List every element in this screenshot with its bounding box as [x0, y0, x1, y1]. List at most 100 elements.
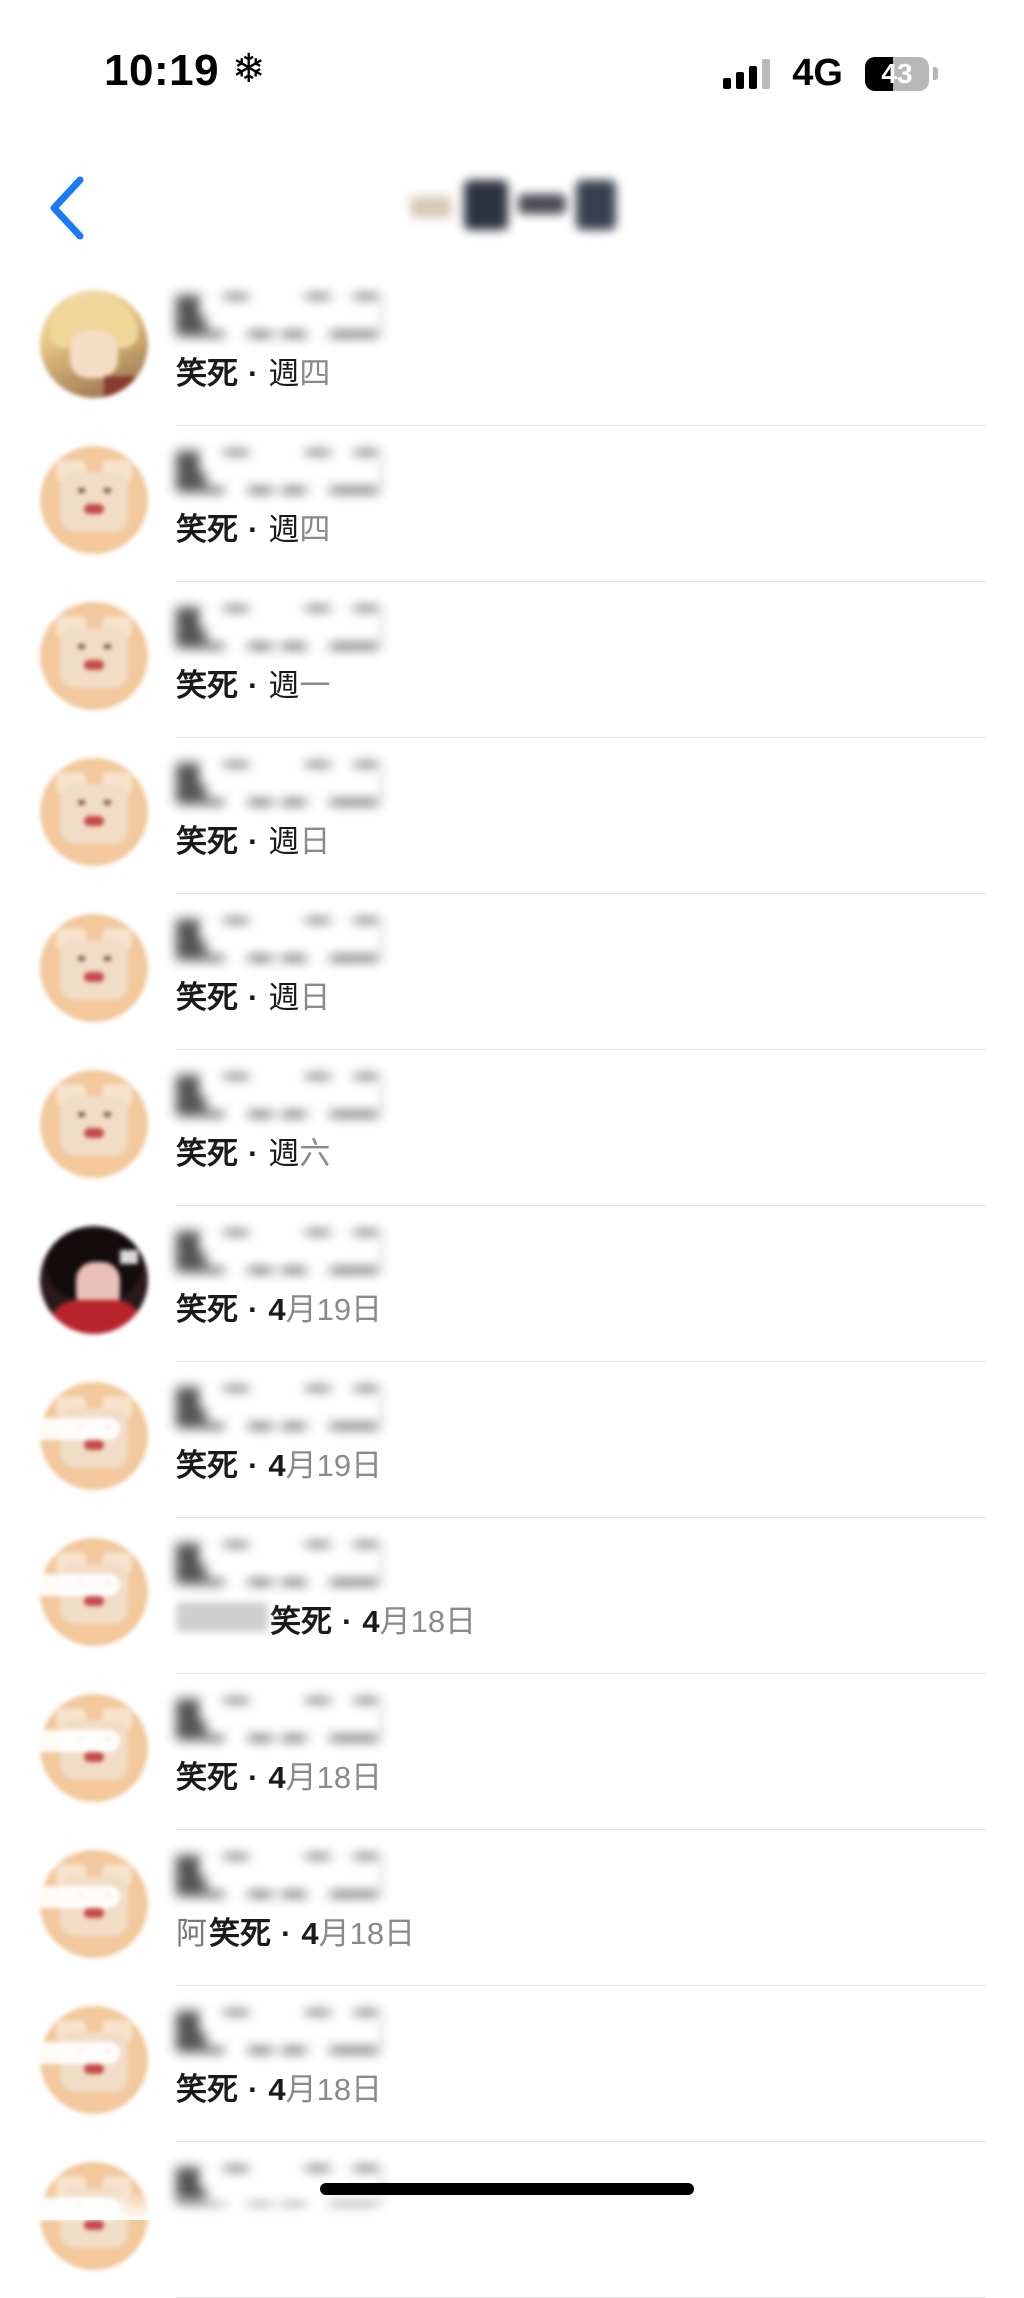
user-name-blurred: █▄▀▄ ▄▀▄█ [176, 1388, 436, 1432]
avatar[interactable] [40, 758, 148, 866]
reaction-subtitle: 笑死 · 週六 [176, 1128, 330, 1173]
reaction-time: 週日 [268, 816, 330, 861]
reaction-subtitle: 笑死 · 4月18日 [176, 1596, 476, 1641]
reaction-time-month: 4 [268, 2072, 286, 2107]
separator-dot: · [248, 980, 259, 1015]
reaction-time-month: 4 [268, 1292, 286, 1327]
separator-dot: · [248, 1136, 259, 1171]
reaction-time-rest: 月18日 [285, 2072, 383, 2107]
nav-title-blurred [400, 174, 630, 238]
reaction-time: 週日 [268, 972, 330, 1017]
avatar[interactable] [40, 602, 148, 710]
reaction-subtitle: 笑死 · 4月19日 [176, 1284, 382, 1329]
reaction-time: 4月18日 [268, 1752, 382, 1797]
avatar[interactable] [40, 446, 148, 554]
reaction-time-prefix: 週 [268, 512, 300, 547]
user-name-blurred: █▄▀▄ ▄▀▄█ [176, 452, 436, 496]
reaction-time-month: 4 [268, 1760, 286, 1795]
reaction-subtitle: 笑死 · 4月18日 [176, 2064, 382, 2109]
battery-cap [933, 67, 938, 80]
network-type: 4G [792, 52, 843, 94]
list-item[interactable]: █▄▀▄ ▄▀▄█ 笑死 · 週一 [0, 582, 1024, 738]
separator-dot: · [248, 1760, 259, 1795]
list-item[interactable]: █▄▀▄ ▄▀▄█ 笑死 · 4月18日 [0, 1674, 1024, 1830]
status-bar: 10:19 ❄ 4G 43 [0, 0, 1024, 150]
reaction-time: 週六 [268, 1128, 330, 1173]
reaction-time-day: 一 [299, 668, 331, 703]
avatar[interactable] [40, 2006, 148, 2114]
reaction-time-prefix: 週 [268, 824, 300, 859]
user-name-blurred: █▄▀▄ ▄▀▄█ [176, 608, 436, 652]
reaction-time: 4月19日 [268, 1284, 382, 1329]
reaction-text: 笑死 [176, 1136, 238, 1171]
separator-dot: · [248, 356, 259, 391]
list-item[interactable]: █▄▀▄ ▄▀▄█ 阿笑死 · 4月18日 [0, 1830, 1024, 1986]
reaction-text: 笑死 [176, 1760, 238, 1795]
reaction-text: 笑死 [176, 356, 238, 391]
avatar[interactable] [40, 914, 148, 1022]
avatar[interactable] [40, 1538, 148, 1646]
reaction-text: 笑死 [176, 1448, 238, 1483]
reaction-subtitle: 笑死 · 4月19日 [176, 1440, 382, 1485]
reaction-time-month: 4 [362, 1604, 380, 1639]
avatar[interactable] [40, 1850, 148, 1958]
list-item[interactable]: █▄▀▄ ▄▀▄█ 笑死 · 4月19日 [0, 1362, 1024, 1518]
separator-dot: · [248, 668, 259, 703]
user-name-blurred: █▄▀▄ ▄▀▄█ [176, 764, 436, 808]
reaction-text: 笑死 [209, 1916, 271, 1951]
reaction-time-month: 4 [268, 1448, 286, 1483]
reaction-time-prefix: 週 [268, 356, 300, 391]
reaction-time-rest: 月18日 [379, 1604, 477, 1639]
status-time: 10:19 [104, 46, 220, 95]
avatar[interactable] [40, 1382, 148, 1490]
avatar[interactable] [40, 1070, 148, 1178]
avatar[interactable] [40, 290, 148, 398]
reaction-subtitle: 笑死 · 週四 [176, 348, 330, 393]
reaction-subtitle: 笑死 · 週四 [176, 504, 330, 549]
list-item[interactable]: █▄▀▄ ▄▀▄█ 笑死 · 週日 [0, 894, 1024, 1050]
reaction-subtitle: 笑死 · 4月18日 [176, 1752, 382, 1797]
reaction-time: 週四 [268, 504, 330, 549]
list-item[interactable]: █▄▀▄ ▄▀▄█ 笑死 · 4月19日 [0, 1206, 1024, 1362]
back-button[interactable] [40, 168, 100, 248]
user-name-blurred: █▄▀▄ ▄▀▄█ [176, 1700, 436, 1744]
reaction-text: 笑死 [176, 980, 238, 1015]
separator-dot: · [248, 1292, 259, 1327]
user-name-blurred: █▄▀▄ ▄▀▄█ [176, 1076, 436, 1120]
list-item[interactable]: █▄▀▄ ▄▀▄█ 笑死 · 週六 [0, 1050, 1024, 1206]
separator-dot: · [248, 2072, 259, 2107]
reaction-time-prefix: 週 [268, 980, 300, 1015]
avatar[interactable] [40, 1226, 148, 1334]
reaction-subtitle: 笑死 · 週日 [176, 816, 330, 861]
user-name-blurred: █▄▀▄ ▄▀▄█ [176, 920, 436, 964]
status-indicators: 4G 43 [723, 52, 938, 95]
reaction-text: 笑死 [176, 512, 238, 547]
list-item[interactable]: █▄▀▄ ▄▀▄█ 笑死 · 4月18日 [0, 1518, 1024, 1674]
separator-dot: · [248, 1448, 259, 1483]
reaction-time: 週四 [268, 348, 330, 393]
reaction-text: 笑死 [176, 1292, 238, 1327]
user-name-blurred: █▄▀▄ ▄▀▄█ [176, 296, 436, 340]
reaction-time: 4月19日 [268, 1440, 382, 1485]
battery-level: 43 [881, 57, 913, 89]
list-item[interactable]: █▄▀▄ ▄▀▄█ 笑死 · 週日 [0, 738, 1024, 894]
reaction-text: 笑死 [176, 668, 238, 703]
separator-dot: · [248, 824, 259, 859]
user-name-blurred: █▄▀▄ ▄▀▄█ [176, 1856, 436, 1900]
sub-prefix: 阿 [176, 1916, 207, 1951]
list-item[interactable]: █▄▀▄ ▄▀▄█ 笑死 · 4月18日 [0, 1986, 1024, 2142]
list-item[interactable]: █▄▀▄ ▄▀▄█ 笑死 · 週四 [0, 426, 1024, 582]
home-indicator[interactable] [320, 2183, 694, 2195]
user-name-blurred: █▄▀▄ ▄▀▄█ [176, 2012, 436, 2056]
reaction-list: █▄▀▄ ▄▀▄█笑死·週四█▄▀▄ ▄▀▄█笑死·週四█▄▀▄ ▄▀▄█笑死·… [0, 270, 1024, 2298]
list-item[interactable]: █▄▀▄ ▄▀▄█ 笑死 · 週四 [0, 270, 1024, 426]
chevron-left-icon [50, 176, 84, 240]
separator-dot: · [281, 1916, 292, 1951]
reaction-time-day: 四 [299, 512, 331, 547]
snowflake-icon: ❄ [232, 47, 266, 91]
separator-dot: · [248, 512, 259, 547]
reaction-time-rest: 月19日 [285, 1448, 383, 1483]
reaction-time-prefix: 週 [268, 668, 300, 703]
list-item[interactable]: █▄▀▄ ▄▀▄█ [0, 2142, 1024, 2298]
avatar[interactable] [40, 1694, 148, 1802]
